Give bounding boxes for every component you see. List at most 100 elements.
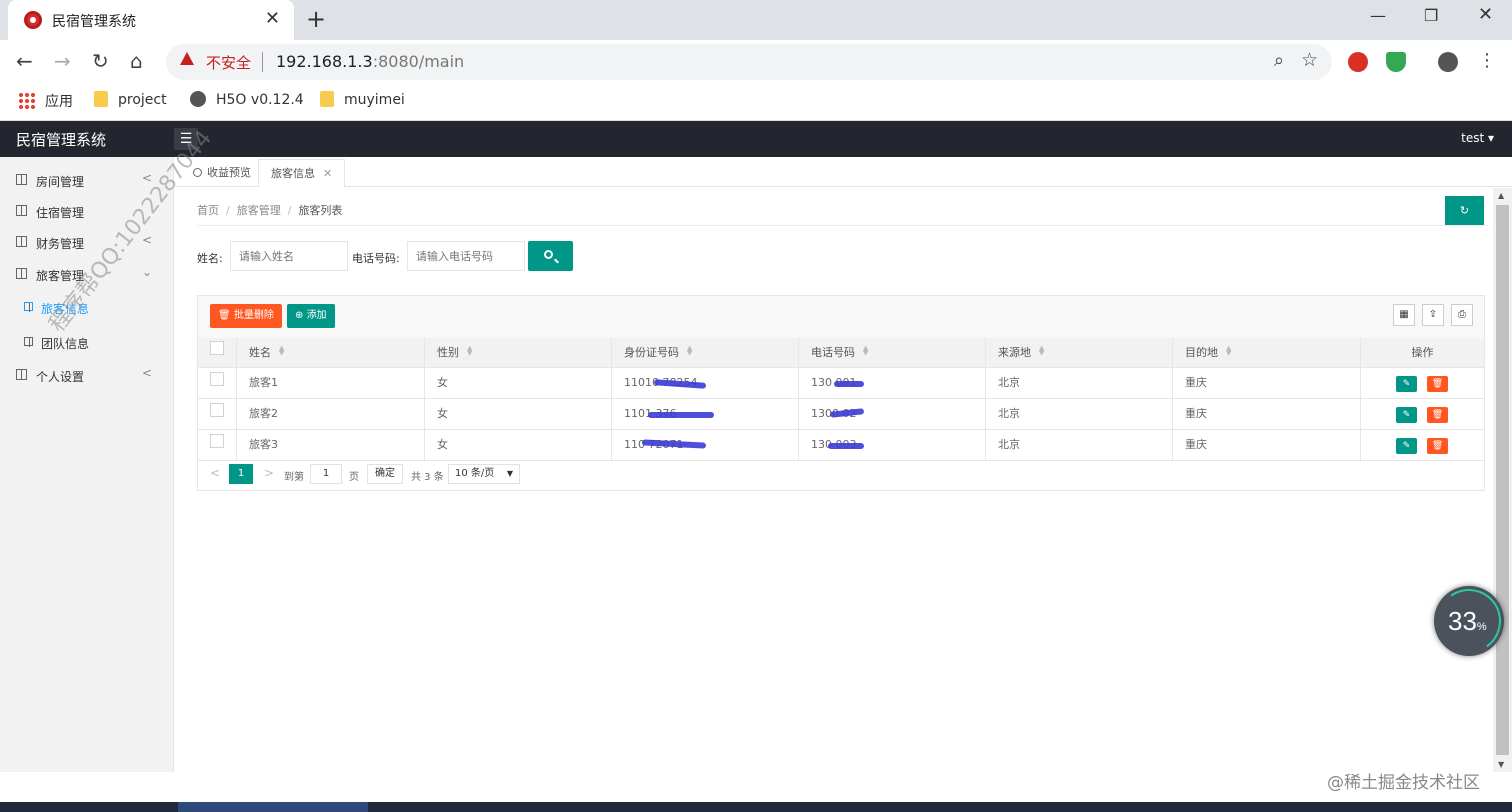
- back-icon[interactable]: ←: [16, 49, 33, 73]
- phone-input[interactable]: [407, 241, 525, 271]
- goto-page-input[interactable]: 1: [310, 464, 342, 484]
- goto-label: 到第: [284, 472, 304, 483]
- page-number-current[interactable]: 1: [229, 464, 253, 484]
- grid-icon: [16, 205, 27, 216]
- url-text[interactable]: 192.168.1.3:8080/main: [276, 52, 464, 71]
- maximize-icon[interactable]: ❐: [1424, 6, 1438, 25]
- delete-button[interactable]: 🗑: [1427, 438, 1448, 454]
- column-header-gender[interactable]: 性别 ▲ ▼: [424, 338, 611, 368]
- phone-label: 电话号码:: [352, 252, 400, 265]
- print-icon[interactable]: ⎙: [1451, 304, 1473, 326]
- add-button[interactable]: ⊕ 添加: [287, 304, 335, 328]
- batch-delete-button[interactable]: 🗑 批量删除: [210, 304, 282, 328]
- goto-confirm-button[interactable]: 确定: [367, 464, 403, 484]
- profile-icon[interactable]: [1438, 52, 1458, 72]
- close-tab-icon[interactable]: ✕: [265, 8, 280, 29]
- zoom-icon[interactable]: ⌕: [1274, 50, 1284, 71]
- insecure-label: 不安全: [206, 54, 252, 72]
- breadcrumb-home[interactable]: 首页: [197, 204, 219, 217]
- forward-icon[interactable]: →: [54, 49, 71, 73]
- bookmark-label: muyimei: [344, 92, 405, 108]
- edit-button[interactable]: ✎: [1396, 407, 1417, 423]
- extension-shield-icon[interactable]: [1386, 52, 1406, 72]
- sort-icon[interactable]: ▲ ▼: [1226, 345, 1231, 357]
- column-label: 性别: [437, 346, 459, 359]
- column-header-id-number[interactable]: 身份证号码 ▲ ▼: [611, 338, 798, 368]
- column-header-origin[interactable]: 来源地 ▲ ▼: [985, 338, 1172, 368]
- reload-icon[interactable]: ↻: [92, 49, 109, 73]
- delete-button[interactable]: 🗑: [1427, 376, 1448, 392]
- cell-actions: ✎ 🗑: [1360, 368, 1484, 398]
- bookmark-apps[interactable]: 应用: [18, 91, 73, 111]
- cell-gender: 女: [424, 430, 611, 460]
- sort-icon[interactable]: ▲ ▼: [279, 345, 284, 357]
- taskbar-active-app[interactable]: [178, 802, 368, 812]
- app-header: 民宿管理系统 ☰ test ▾: [0, 121, 1512, 157]
- row-checkbox[interactable]: [210, 372, 224, 386]
- breadcrumb-guest-management[interactable]: 旅客管理: [237, 204, 281, 217]
- next-page-icon[interactable]: >: [264, 466, 274, 480]
- bookmark-star-icon[interactable]: ☆: [1301, 49, 1318, 71]
- caret-down-icon: ▼: [506, 469, 513, 478]
- row-checkbox[interactable]: [210, 403, 224, 417]
- columns-filter-icon[interactable]: ▦: [1393, 304, 1415, 326]
- grid-icon: [16, 369, 27, 380]
- sort-icon[interactable]: ▲ ▼: [1039, 345, 1044, 357]
- sort-icon[interactable]: ▲ ▼: [467, 345, 472, 357]
- url-path: :8080/main: [372, 52, 465, 71]
- window-close-icon[interactable]: ✕: [1478, 4, 1493, 25]
- delete-button[interactable]: 🗑: [1427, 407, 1448, 423]
- select-all-checkbox[interactable]: [210, 341, 224, 355]
- bookmark-project[interactable]: project: [94, 91, 167, 108]
- minimize-icon[interactable]: —: [1370, 6, 1386, 25]
- scrollbar[interactable]: ▲ ▼: [1493, 188, 1512, 772]
- scroll-up-icon[interactable]: ▲: [1498, 191, 1504, 200]
- export-icon[interactable]: ⇪: [1422, 304, 1444, 326]
- redaction-scribble: [648, 412, 714, 418]
- os-taskbar: [0, 802, 1512, 812]
- speed-unit: %: [1476, 621, 1487, 633]
- folder-icon: [94, 91, 108, 107]
- sidebar-item-personal-settings[interactable]: 个人设置 <: [0, 360, 174, 391]
- browser-tab[interactable]: 民宿管理系统 ✕: [8, 0, 294, 40]
- scrollbar-thumb[interactable]: [1496, 205, 1509, 755]
- browser-toolbar: ← → ↻ ⌂ 不安全 192.168.1.3:8080/main ⌕ ☆ ⋮: [0, 40, 1512, 84]
- bookmark-muyimei[interactable]: muyimei: [320, 91, 405, 108]
- search-button[interactable]: [528, 241, 573, 271]
- sort-icon[interactable]: ▲ ▼: [863, 345, 868, 357]
- juejin-watermark: @稀土掘金技术社区: [1327, 773, 1480, 793]
- address-bar[interactable]: 不安全 192.168.1.3:8080/main ⌕ ☆: [166, 44, 1332, 80]
- page-size-select[interactable]: 10 条/页 ▼: [448, 464, 520, 484]
- scroll-down-icon[interactable]: ▼: [1498, 760, 1504, 769]
- cell-phone: 130 003: [798, 430, 985, 460]
- row-checkbox[interactable]: [210, 434, 224, 448]
- sort-icon[interactable]: ▲ ▼: [687, 345, 692, 357]
- edit-button[interactable]: ✎: [1396, 438, 1417, 454]
- table-row: 旅客1 女 11010 78254 130 001 北京 重庆 ✎ 🗑: [198, 368, 1484, 399]
- refresh-button[interactable]: ↻: [1445, 196, 1484, 225]
- edit-button[interactable]: ✎: [1396, 376, 1417, 392]
- sidebar-item-team-info[interactable]: 团队信息: [0, 327, 174, 358]
- cell-name: 旅客1: [236, 368, 424, 398]
- browser-menu-icon[interactable]: ⋮: [1478, 50, 1496, 71]
- column-header-name[interactable]: 姓名 ▲ ▼: [236, 338, 424, 368]
- chevron-left-icon: <: [141, 366, 152, 380]
- breadcrumb: 首页 / 旅客管理 / 旅客列表: [197, 202, 342, 218]
- column-header-phone[interactable]: 电话号码 ▲ ▼: [798, 338, 985, 368]
- trash-icon: 🗑: [1431, 441, 1444, 451]
- url-host: 192.168.1.3: [276, 52, 373, 71]
- close-icon[interactable]: ✕: [323, 167, 332, 180]
- speed-widget[interactable]: 33%: [1431, 583, 1507, 659]
- cell-destination: 重庆: [1172, 368, 1360, 398]
- prev-page-icon[interactable]: <: [210, 466, 220, 480]
- column-header-destination[interactable]: 目的地 ▲ ▼: [1172, 338, 1360, 368]
- extension-adblock-icon[interactable]: [1348, 52, 1368, 72]
- sidebar-item-label: 住宿管理: [36, 206, 85, 220]
- name-input[interactable]: [230, 241, 348, 271]
- bookmark-label: H5O v0.12.4: [216, 92, 304, 108]
- user-menu[interactable]: test ▾: [1461, 131, 1494, 145]
- tab-guest-info[interactable]: 旅客信息 ✕: [258, 159, 346, 187]
- bookmark-h5o[interactable]: H5O v0.12.4: [190, 91, 304, 108]
- new-tab-button[interactable]: +: [306, 5, 326, 33]
- home-icon[interactable]: ⌂: [130, 49, 143, 73]
